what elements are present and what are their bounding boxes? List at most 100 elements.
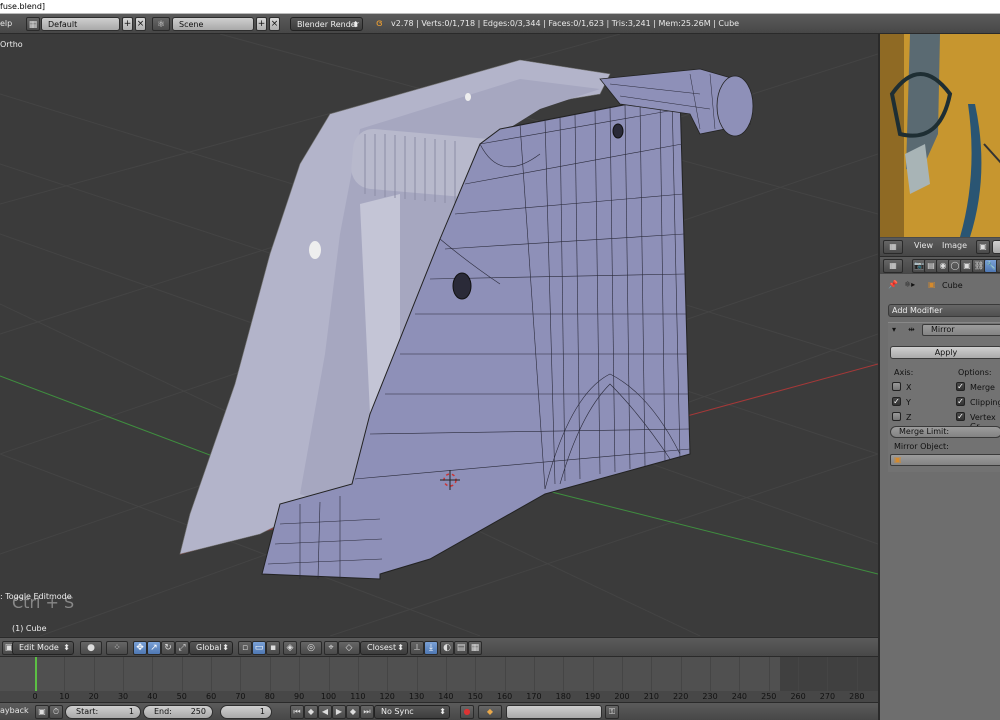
sync-mode-select[interactable]: No Sync ⬍: [374, 705, 450, 719]
snap-align-icon[interactable]: ⟂: [410, 641, 424, 655]
mirror-object-field[interactable]: ▣: [890, 454, 1000, 466]
play-icon[interactable]: ▶: [332, 705, 346, 719]
timeline-tick-label: 230: [702, 692, 718, 701]
keying-set-field[interactable]: [506, 705, 602, 719]
sync-mode-label: No Sync: [381, 707, 414, 716]
record-icon[interactable]: ▣: [35, 705, 49, 719]
properties-panel: 📌 ⚛▸ ▣ Cube Add Modifier ▾ ⇹ Mirror Appl…: [880, 274, 1000, 720]
modifier-name: Mirror: [931, 325, 955, 334]
editor-type-icon[interactable]: ▦: [883, 240, 903, 254]
mode-select[interactable]: Edit Mode ⬍: [12, 641, 74, 655]
end-label: End:: [154, 707, 172, 716]
timeline-tick-label: 240: [731, 692, 748, 701]
manipulator-toggle-icon[interactable]: ✥: [133, 641, 147, 655]
preview-range-icon[interactable]: ⏱: [49, 705, 63, 719]
browse-image-icon[interactable]: ▣: [976, 240, 990, 254]
timeline-tick-line: [592, 657, 594, 691]
prev-keyframe-icon[interactable]: ◆: [304, 705, 318, 719]
jump-end-icon[interactable]: ⏭: [360, 705, 374, 719]
delete-layout-button[interactable]: ×: [135, 17, 146, 31]
render-animation-icon[interactable]: ▤: [454, 641, 468, 655]
screen-layout-icon[interactable]: ▦: [26, 17, 40, 31]
add-modifier-select[interactable]: Add Modifier: [888, 304, 1000, 317]
jump-start-icon[interactable]: ⏮: [290, 705, 304, 719]
opengl-render-icon[interactable]: ▦: [468, 641, 482, 655]
rotate-icon[interactable]: ↻: [161, 641, 175, 655]
timeline-tick-label: 0: [32, 692, 38, 701]
apply-button[interactable]: Apply: [890, 346, 1000, 359]
timeline-tick-label: 260: [790, 692, 806, 701]
axis-x-checkbox[interactable]: [892, 382, 901, 391]
clipping-checkbox[interactable]: ✓: [956, 397, 965, 406]
current-frame-marker[interactable]: [35, 657, 37, 691]
insert-keyframe-icon[interactable]: ⚿: [605, 705, 619, 719]
render-still-icon[interactable]: ◐: [440, 641, 454, 655]
timeline-tick-line: [93, 657, 95, 691]
axis-y-checkbox[interactable]: ✓: [892, 397, 901, 406]
limit-selection-icon[interactable]: ◈: [283, 641, 297, 655]
timeline-tick-label: 150: [467, 692, 483, 701]
timeline[interactable]: 0 10 20 30 40 50 60 70 80 90 100 110 120 130 140 150 160…: [0, 656, 878, 702]
scale-icon[interactable]: ⤢: [175, 641, 189, 655]
timeline-tick-line: [475, 657, 477, 691]
add-layout-button[interactable]: +: [122, 17, 133, 31]
merge-label: Merge: [970, 383, 995, 392]
viewport-header: ▣ Edit Mode ⬍ ● ⁘ ✥ ↗ ↻ ⤢ Global ⬍ ▫ ▭ ▪ ◈…: [0, 637, 878, 657]
timeline-tick-label: 70: [235, 692, 246, 701]
playback-menu[interactable]: ayback: [0, 705, 29, 719]
view-menu[interactable]: View: [914, 240, 933, 254]
mirror-object-label: Mirror Object:: [894, 442, 949, 451]
next-keyframe-icon[interactable]: ◆: [346, 705, 360, 719]
timeline-tick-label: 120: [379, 692, 395, 701]
timeline-tick-line: [622, 657, 623, 691]
vertex-groups-checkbox[interactable]: ✓: [956, 412, 965, 421]
keying-set-icon[interactable]: ◆: [478, 705, 502, 719]
timeline-tick-label: 280: [849, 692, 865, 701]
mirror-modifier-icon: ⇹: [908, 325, 915, 334]
start-frame-field[interactable]: Start: 1: [65, 705, 141, 719]
face-select-icon[interactable]: ▪: [266, 641, 280, 655]
chevron-down-icon: ⬍: [439, 707, 446, 716]
3d-viewport[interactable]: Ortho Ctrl + S : Toggle Editmode (1) Cub…: [0, 34, 878, 636]
render-engine-select[interactable]: Blender Render ⬍: [290, 17, 363, 31]
modifier-name-field[interactable]: Mirror: [922, 324, 1000, 336]
snap-project-icon[interactable]: ⤓: [424, 641, 438, 655]
play-reverse-icon[interactable]: ◀: [318, 705, 332, 719]
edge-select-icon[interactable]: ▭: [252, 641, 266, 655]
timeline-tick-label: 80: [264, 692, 275, 701]
auto-keying-icon[interactable]: ●: [460, 705, 474, 719]
axis-z-checkbox[interactable]: [892, 412, 901, 421]
end-frame-field[interactable]: End: 250: [143, 705, 213, 719]
help-menu[interactable]: elp: [0, 17, 12, 31]
timeline-tick-line: [269, 657, 271, 691]
scene-icon[interactable]: ⚛: [152, 17, 170, 31]
snap-toggle-icon[interactable]: ⌖: [324, 641, 338, 655]
clipping-label: Clipping: [970, 398, 1000, 407]
pin-icon[interactable]: 📌: [888, 280, 898, 289]
active-object-label: (1) Cube: [12, 624, 47, 633]
delete-scene-button[interactable]: ×: [269, 17, 280, 31]
merge-checkbox[interactable]: ✓: [956, 382, 965, 391]
collapse-triangle-icon[interactable]: ▾: [892, 325, 896, 334]
timeline-range[interactable]: [0, 657, 780, 691]
translate-icon[interactable]: ↗: [147, 641, 161, 655]
scene-field[interactable]: Scene: [172, 17, 254, 31]
merge-limit-field[interactable]: Merge Limit:: [890, 426, 1000, 438]
snap-target-select[interactable]: Closest ⬍: [360, 641, 408, 655]
timeline-tick-line: [328, 657, 330, 691]
proportional-edit-icon[interactable]: ◎: [300, 641, 322, 655]
add-scene-button[interactable]: +: [256, 17, 267, 31]
image-menu[interactable]: Image: [942, 240, 967, 254]
snap-element-icon[interactable]: ◇: [338, 641, 360, 655]
vertex-select-icon[interactable]: ▫: [238, 641, 252, 655]
chevron-down-icon: ⬍: [352, 20, 359, 29]
transform-orientation-select[interactable]: Global ⬍: [189, 641, 233, 655]
viewport-shading-icon[interactable]: ●: [80, 641, 102, 655]
current-frame-field[interactable]: 1: [220, 705, 272, 719]
y-axis-line-back: [519, 483, 878, 575]
screen-layout-field[interactable]: Default: [41, 17, 120, 31]
editor-type-icon[interactable]: ▦: [883, 259, 903, 273]
data-tab-icon[interactable]: [996, 259, 1000, 273]
pivot-point-icon[interactable]: ⁘: [106, 641, 128, 655]
image-name-field[interactable]: [992, 240, 1000, 254]
